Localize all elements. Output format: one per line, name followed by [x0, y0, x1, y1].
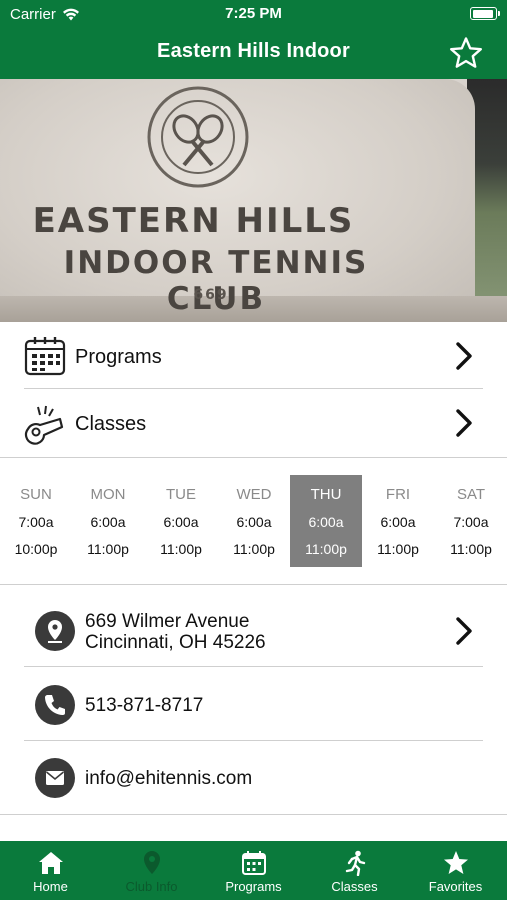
close-time: 11:00p: [87, 541, 129, 557]
hours-day-sat: SAT 7:00a 11:00p: [435, 475, 507, 567]
day-name: FRI: [385, 486, 411, 503]
open-time: 6:00a: [308, 514, 344, 530]
calendar-icon: [241, 851, 266, 875]
hours-day-mon: MON 6:00a 11:00p: [72, 475, 144, 567]
address-text: 669 Wilmer Avenue Cincinnati, OH 45226: [85, 611, 266, 653]
address-line2: Cincinnati, OH 45226: [85, 632, 266, 653]
status-time: 7:25 PM: [225, 5, 282, 22]
sign-street-number: 669: [193, 287, 229, 303]
address-line1: 669 Wilmer Avenue: [85, 611, 250, 632]
home-icon: [38, 852, 63, 874]
hours-day-fri: FRI 6:00a 11:00p: [362, 475, 434, 567]
page-title: Eastern Hills Indoor: [157, 40, 350, 62]
day-name: SUN: [20, 486, 52, 503]
tab-classes[interactable]: Classes: [304, 841, 405, 900]
club-sign-photo: EASTERN HILLS INDOOR TENNIS CLUB 669: [0, 79, 507, 322]
open-time: 7:00a: [18, 514, 54, 530]
hours-day-sun: SUN 7:00a 10:00p: [0, 475, 72, 567]
hours-day-wed: WED 6:00a 11:00p: [218, 475, 290, 567]
hours-day-thu-today: THU 6:00a 11:00p: [290, 475, 362, 567]
runner-icon: [345, 850, 365, 876]
whistle-icon: [24, 405, 64, 445]
email-row[interactable]: info@ehitennis.com: [0, 741, 507, 814]
close-time: 11:00p: [305, 541, 347, 557]
divider: [0, 457, 507, 458]
classes-row[interactable]: Classes: [0, 389, 507, 456]
divider: [0, 584, 507, 585]
status-bar: Carrier 7:25 PM: [0, 0, 507, 28]
close-time: 11:00p: [233, 541, 275, 557]
close-time: 10:00p: [14, 541, 58, 557]
close-time: 11:00p: [377, 541, 419, 557]
day-name: MON: [90, 486, 126, 503]
map-pin-icon: [143, 851, 160, 874]
day-name: SAT: [456, 486, 486, 503]
envelope-icon: [35, 758, 75, 798]
open-time: 6:00a: [163, 514, 199, 530]
day-name: WED: [236, 486, 272, 503]
phone-number: 513-871-8717: [85, 695, 204, 716]
open-time: 7:00a: [453, 514, 489, 530]
tab-programs[interactable]: Programs: [203, 841, 304, 900]
day-name: TUE: [166, 486, 196, 503]
open-time: 6:00a: [380, 514, 416, 530]
open-time: 6:00a: [90, 514, 126, 530]
tab-club-info[interactable]: Club Info: [101, 841, 202, 900]
battery-icon: [470, 7, 500, 20]
open-time: 6:00a: [236, 514, 272, 530]
chevron-right-icon: [456, 617, 472, 645]
address-row[interactable]: 669 Wilmer Avenue Cincinnati, OH 45226: [0, 597, 507, 665]
tab-bar: Home Club Info Programs Classes Favorite…: [0, 841, 507, 900]
star-icon: [443, 851, 468, 874]
sign-text-line1: EASTERN HILLS: [32, 201, 355, 241]
tab-label: Classes: [331, 879, 378, 894]
tab-home[interactable]: Home: [0, 841, 101, 900]
sign-text-line2: INDOOR TENNIS CLUB: [63, 245, 369, 317]
programs-label: Programs: [75, 346, 162, 368]
email-address: info@ehitennis.com: [85, 768, 253, 789]
close-time: 11:00p: [160, 541, 202, 557]
map-pin-icon: [35, 611, 75, 651]
close-time: 11:00p: [450, 541, 492, 557]
phone-icon: [35, 685, 75, 725]
calendar-icon: [24, 337, 66, 376]
tennis-club-emblem-logo: [147, 86, 249, 188]
divider: [0, 814, 507, 815]
chevron-right-icon: [456, 342, 472, 370]
classes-label: Classes: [75, 413, 147, 435]
programs-row[interactable]: Programs: [0, 322, 507, 389]
tab-label: Favorites: [428, 879, 483, 894]
phone-row[interactable]: 513-871-8717: [0, 667, 507, 740]
hours-day-tue: TUE 6:00a 11:00p: [145, 475, 217, 567]
chevron-right-icon: [456, 409, 472, 437]
day-name: THU: [310, 486, 342, 503]
tab-favorites[interactable]: Favorites: [405, 841, 506, 900]
tab-label: Club Info: [125, 879, 178, 894]
tab-label: Programs: [225, 879, 282, 894]
favorite-star-icon[interactable]: [449, 36, 483, 70]
hours-table: SUN 7:00a 10:00p MON 6:00a 11:00p TUE 6:…: [0, 475, 507, 567]
app-header: Carrier 7:25 PM Eastern Hills Indoor: [0, 0, 507, 79]
tab-label: Home: [33, 879, 68, 894]
